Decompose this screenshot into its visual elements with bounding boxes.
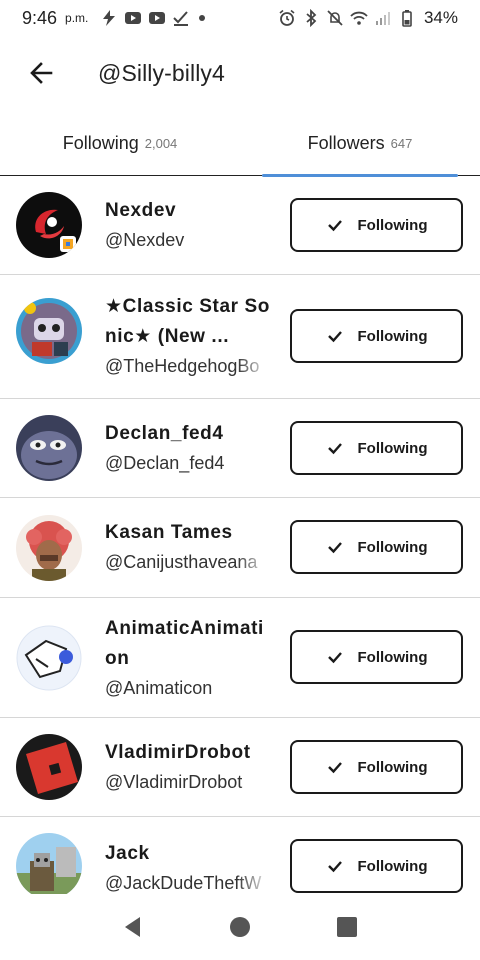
following-button-label: Following [357,648,428,666]
tab-followers-label: Followers [307,133,385,153]
following-button-label: Following [357,857,428,875]
list-item[interactable]: ★Classic Star Sonic★ (New ... @TheHedgeh… [0,275,480,399]
nav-recents-button[interactable] [325,905,369,949]
system-nav-bar [0,894,480,960]
list-item[interactable]: AnimaticAnimation @Animaticon Following [0,598,480,718]
avatar[interactable] [16,415,82,481]
following-button-label: Following [357,327,428,345]
back-button[interactable] [22,53,62,93]
check-icon [326,216,344,234]
signal-icon [374,9,392,27]
display-name: Jack [105,843,150,864]
alarm-icon [278,9,296,27]
user-handle: @Nexdev [105,230,185,250]
battery-icon [398,9,416,27]
following-button[interactable]: Following [290,421,463,475]
avatar[interactable] [16,192,82,258]
nav-back-button[interactable] [111,905,155,949]
following-button-label: Following [357,538,428,556]
bluetooth-icon [302,9,320,27]
display-name: AnimaticAnimation [105,618,264,669]
user-text: AnimaticAnimation @Animaticon [105,614,275,702]
following-button-label: Following [357,439,428,457]
tab-following-count: 2,004 [144,136,178,151]
tab-following[interactable]: Following 2,004 [0,110,240,175]
display-name: Nexdev [105,200,177,221]
app-header: @Silly-billy4 [0,36,480,110]
user-text: Declan_fed4 @Declan_fed4 [105,419,275,477]
lightning-icon [100,9,118,27]
user-handle: @Canijusthaveana [105,552,258,572]
following-button[interactable]: Following [290,520,463,574]
tab-followers-count: 647 [390,136,413,151]
status-time: 9:46 [22,7,58,28]
tab-bar: Following 2,004 Followers 647 [0,110,480,177]
display-name: VladimirDrobot [105,742,251,763]
list-item[interactable]: Declan_fed4 @Declan_fed4 Following [0,399,480,498]
check-icon [326,439,344,457]
user-handle: @TheHedgehogBo [105,356,260,376]
following-button-label: Following [357,216,428,234]
recents-square-icon [336,917,357,937]
following-button[interactable]: Following [290,309,463,363]
user-text: Kasan Tames @Canijusthaveana [105,518,275,576]
check-icon [326,857,344,875]
check-icon [326,538,344,556]
youtube-icon [124,9,142,27]
user-handle: @VladimirDrobot [105,772,243,792]
following-button[interactable]: Following [290,839,463,893]
list-item[interactable]: Kasan Tames @Canijusthaveana Following [0,498,480,598]
following-button[interactable]: Following [290,198,463,252]
following-button-label: Following [357,758,428,776]
wifi-icon [350,9,368,27]
following-button[interactable]: Following [290,740,463,794]
back-arrow-icon [30,62,53,84]
user-text: VladimirDrobot @VladimirDrobot [105,738,275,796]
user-handle: @Declan_fed4 [105,453,225,473]
back-triangle-icon [125,917,141,937]
avatar[interactable] [16,298,82,364]
followers-list: Nexdev @Nexdev Following ★Classic Star S… [0,176,480,894]
check-icon [326,648,344,666]
status-bar-right: 34% [278,8,458,28]
avatar[interactable] [16,734,82,800]
user-text: ★Classic Star Sonic★ (New ... @TheHedgeh… [105,292,275,380]
user-text: Jack @JackDudeTheftW [105,839,275,894]
avatar[interactable] [16,625,82,691]
nav-home-button[interactable] [218,905,262,949]
battery-percentage: 34% [423,8,458,27]
user-handle: @Animaticon [105,678,213,698]
tab-followers[interactable]: Followers 647 [240,110,480,177]
avatar[interactable] [16,515,82,581]
home-circle-icon [229,917,250,937]
youtube-icon [148,9,166,27]
download-check-icon [172,9,190,27]
check-icon [326,758,344,776]
check-icon [326,327,344,345]
status-bar-left: 9:46 p.m. [22,8,214,29]
user-handle: @JackDudeTheftW [105,873,262,893]
status-ampm: p.m. [65,11,89,25]
list-item[interactable]: Nexdev @Nexdev Following [0,176,480,275]
display-name: ★Classic Star Sonic★ (New ... [105,296,270,347]
list-item[interactable]: Jack @JackDudeTheftW Following [0,817,480,894]
status-bar: 9:46 p.m. 34% [0,0,480,36]
display-name: Declan_fed4 [105,423,224,444]
display-name: Kasan Tames [105,522,233,543]
mute-icon [326,9,344,27]
avatar[interactable] [16,833,82,894]
following-button[interactable]: Following [290,630,463,684]
page-title: @Silly-billy4 [98,59,225,86]
user-text: Nexdev @Nexdev [105,196,275,254]
tab-following-label: Following [62,133,139,153]
list-item[interactable]: VladimirDrobot @VladimirDrobot Following [0,718,480,817]
dot-icon [196,9,214,27]
